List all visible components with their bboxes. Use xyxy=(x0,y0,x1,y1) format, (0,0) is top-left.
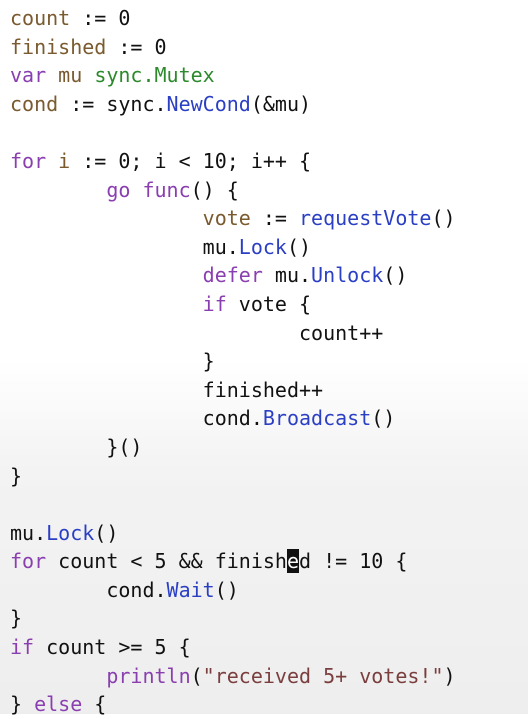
code-token: finished++ xyxy=(10,377,324,402)
code-token: Lock xyxy=(238,234,287,259)
code-token: count >= 5 { xyxy=(34,635,191,660)
code-token: ( xyxy=(190,663,203,688)
code-token: mu. xyxy=(10,234,239,259)
code-token: () xyxy=(214,577,239,602)
code-token: i xyxy=(58,148,71,173)
code-token: d != 10 { xyxy=(299,549,408,574)
code-token: mu xyxy=(58,63,83,88)
code-token: () xyxy=(383,263,408,288)
code-token: NewCond xyxy=(166,91,251,116)
code-line: go func() { xyxy=(10,176,456,205)
code-line: for i := 0; i < 10; i++ { xyxy=(10,147,456,176)
code-token: := sync. xyxy=(58,91,167,116)
code-token: := xyxy=(250,206,299,231)
code-token: sync.Mutex xyxy=(94,63,215,88)
code-token: count++ xyxy=(10,320,384,345)
code-token: func xyxy=(142,177,191,202)
text-cursor: e xyxy=(286,549,299,574)
code-token: }() xyxy=(10,434,143,459)
code-line: mu.Lock() xyxy=(10,233,456,262)
code-line: vote := requestVote() xyxy=(10,204,456,233)
code-token: () xyxy=(286,234,312,259)
code-line: cond.Wait() xyxy=(10,576,456,605)
code-line: finished++ xyxy=(10,376,456,405)
code-token: mu. xyxy=(262,263,312,288)
code-token: else xyxy=(34,692,83,717)
code-line: for count < 5 && finished != 10 { xyxy=(10,547,456,576)
code-token: count xyxy=(10,6,71,30)
code-line: mu.Lock() xyxy=(10,519,456,548)
code-token: requestVote xyxy=(299,206,432,231)
code-token: { xyxy=(82,692,107,717)
code-token: go xyxy=(106,177,131,202)
code-token: cond xyxy=(10,91,59,116)
code-token: println xyxy=(106,663,191,688)
code-token: if xyxy=(202,291,227,316)
code-editor[interactable]: count := 0 finished := 0 var mu sync.Mutex… xyxy=(10,4,456,719)
code-line: }() xyxy=(10,433,456,462)
code-line: println("received 5+ votes!") xyxy=(10,662,456,691)
code-line: defer mu.Unlock() xyxy=(10,261,456,290)
code-token: mu. xyxy=(10,520,47,545)
code-token: if xyxy=(10,635,35,660)
code-token: vote { xyxy=(226,291,312,316)
code-token: defer xyxy=(202,263,263,288)
code-token: ) xyxy=(443,663,456,688)
code-line: var mu sync.Mutex xyxy=(10,61,456,90)
code-token: cond. xyxy=(10,577,167,602)
code-token: } xyxy=(10,606,23,631)
code-token: } xyxy=(10,692,35,717)
code-token: finished xyxy=(10,34,107,59)
code-token: Lock xyxy=(46,520,95,545)
code-token: := 0; i < 10; i++ { xyxy=(70,148,312,173)
code-token: (&mu) xyxy=(250,91,312,116)
code-token: } xyxy=(10,463,23,488)
code-line: cond.Broadcast() xyxy=(10,404,456,433)
code-line: } xyxy=(10,347,456,376)
code-token: Wait xyxy=(166,577,215,602)
code-token: for xyxy=(10,148,47,173)
code-line: if vote { xyxy=(10,290,456,319)
code-token: } xyxy=(10,349,215,374)
code-token: var xyxy=(10,63,47,88)
code-token: () { xyxy=(190,177,239,202)
code-line: if count >= 5 { xyxy=(10,633,456,662)
code-token: () xyxy=(431,206,456,231)
code-line: cond := sync.NewCond(&mu) xyxy=(10,90,456,119)
code-line: } else { xyxy=(10,690,456,719)
code-token: Broadcast xyxy=(262,406,372,431)
code-token: Unlock xyxy=(311,263,384,288)
code-line: count++ xyxy=(10,319,456,348)
code-token: := 0 xyxy=(106,34,167,59)
code-line: count := 0 xyxy=(10,4,456,33)
code-token: vote xyxy=(202,206,251,231)
code-token: cond. xyxy=(10,406,263,431)
code-token: "received 5+ votes!" xyxy=(202,663,444,688)
code-token: := 0 xyxy=(70,6,131,30)
code-token: count < 5 && finish xyxy=(46,549,287,574)
code-line: } xyxy=(10,462,456,491)
code-token: for xyxy=(10,549,47,574)
code-line: } xyxy=(10,604,456,633)
code-token: () xyxy=(371,406,396,431)
code-token: () xyxy=(94,520,119,545)
code-line: finished := 0 xyxy=(10,33,456,62)
